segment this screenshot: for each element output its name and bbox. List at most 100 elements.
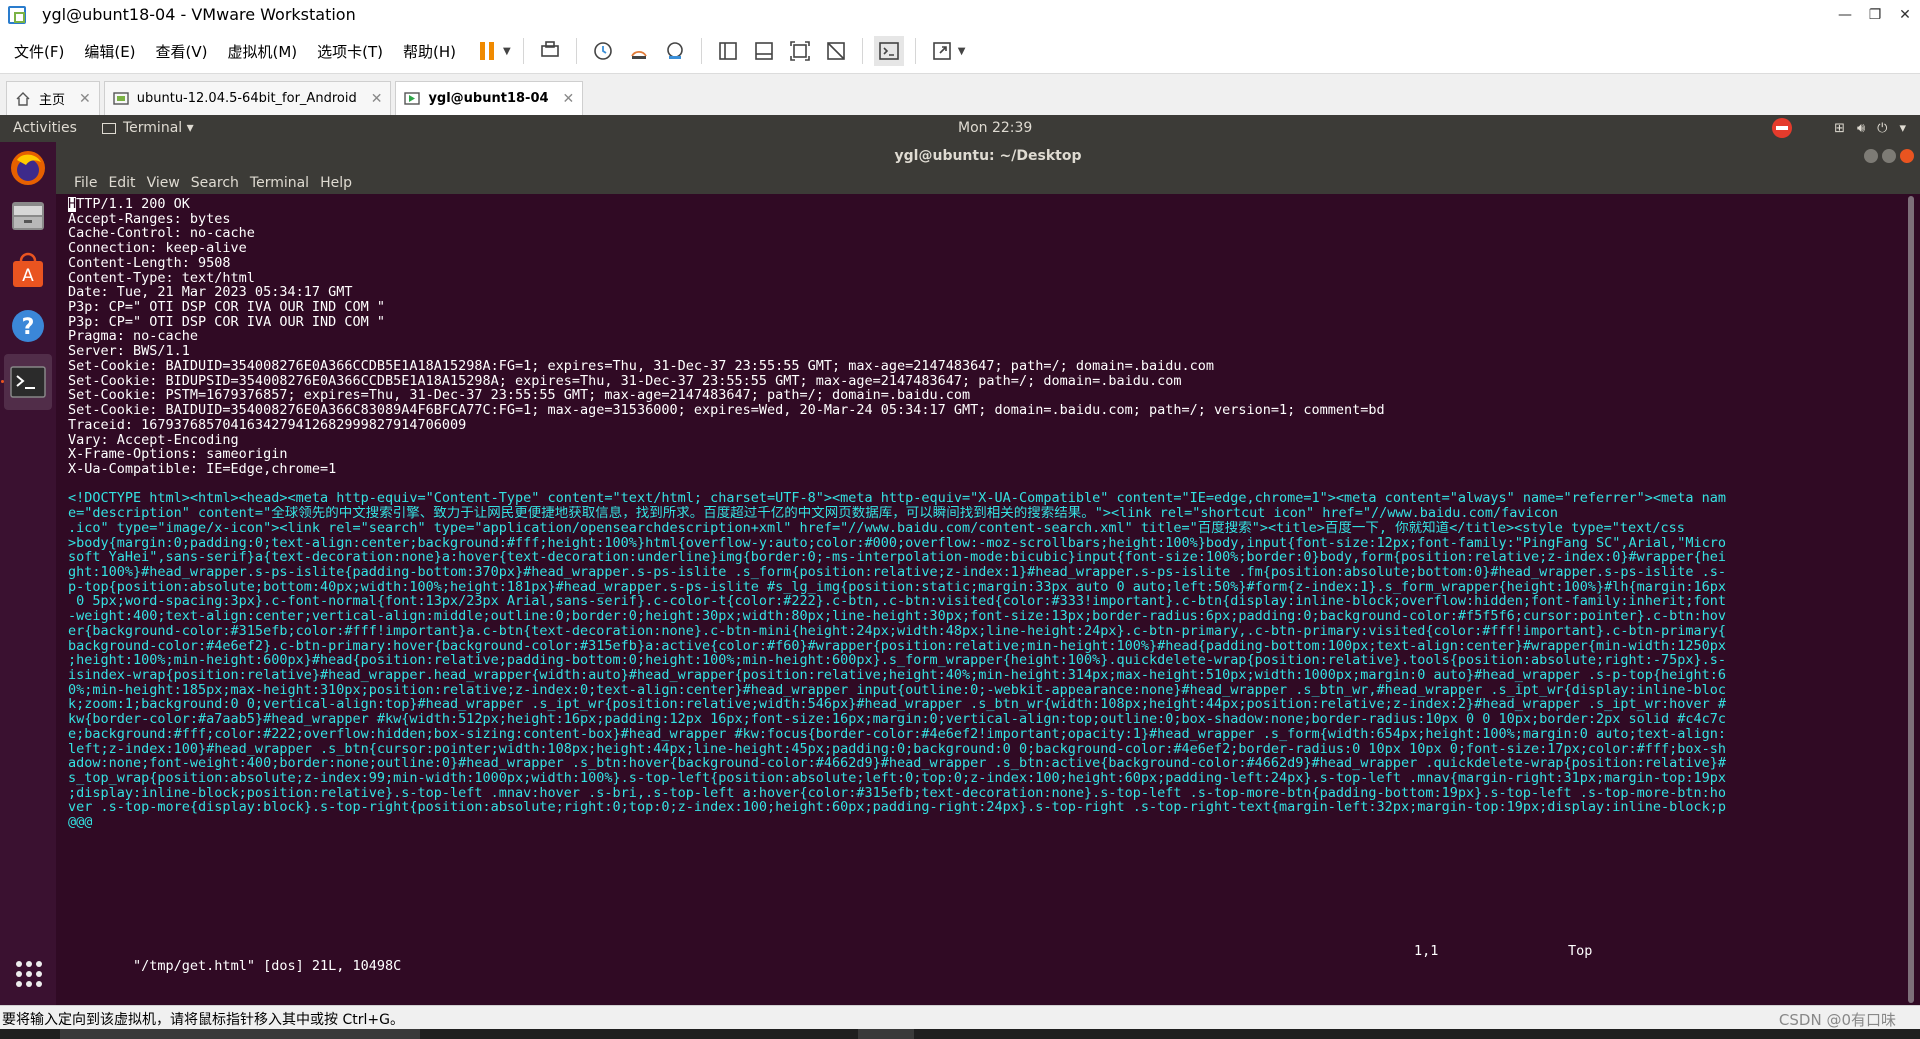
menu-help[interactable]: 帮助(H) xyxy=(403,41,456,62)
terminal-html-line: ver .s-top-more{display:block}.s-top-rig… xyxy=(68,800,1727,816)
vmware-menubar: 文件(F) 编辑(E) 查看(V) 虚拟机(M) 选项卡(T) 帮助(H) ▼ xyxy=(0,29,1920,73)
terminal-header-line: Cache-Control: no-cache xyxy=(68,226,255,242)
close-icon[interactable]: ✕ xyxy=(79,91,91,107)
terminal-header-line: Accept-Ranges: bytes xyxy=(68,211,231,227)
app-menu[interactable]: Terminal ▾ xyxy=(102,120,194,136)
menu-tabs[interactable]: 选项卡(T) xyxy=(317,41,383,62)
tab-ubunt18[interactable]: ygl@ubunt18-04 ✕ xyxy=(395,81,584,115)
terminal-header-line: HTTP/1.1 200 OK xyxy=(68,197,190,212)
unity-icon[interactable] xyxy=(821,36,851,66)
scrollbar-thumb[interactable] xyxy=(1908,196,1914,1003)
text-cursor: H xyxy=(68,197,77,212)
system-tray[interactable]: ⊞ 🔊︎ ⏻ ▾ xyxy=(1760,118,1906,138)
terminal-html-line: ght:100%}#head_wrapper.s-ps-islite{paddi… xyxy=(68,564,1727,580)
terminal-header-line: Set-Cookie: PSTM=1679376857; expires=Thu… xyxy=(68,388,971,404)
terminal-title: ygl@ubuntu: ~/Desktop xyxy=(894,148,1082,164)
chevron-down-icon[interactable]: ▼ xyxy=(958,46,966,57)
close-icon[interactable] xyxy=(1900,149,1914,163)
ubuntu-dock: A ? xyxy=(0,142,56,1005)
vmware-tab-bar: 主页 ✕ ubuntu-12.04.5-64bit_for_Android ✕ … xyxy=(0,73,1920,115)
pause-icon[interactable] xyxy=(472,36,502,66)
revert-snapshot-icon[interactable] xyxy=(624,36,654,66)
svg-text:?: ? xyxy=(22,315,35,340)
close-icon[interactable]: ✕ xyxy=(563,91,575,107)
screen: ygl@ubunt18-04 - VMware Workstation — ❐ … xyxy=(0,0,1920,1039)
guest-display[interactable]: Activities Terminal ▾ Mon 22:39 ⊞ 🔊︎ ⏻ ▾ xyxy=(0,115,1920,1005)
terminal-html-line: left;z-index:100}#head_wrapper .s_btn{cu… xyxy=(68,741,1727,757)
send-keys-icon[interactable] xyxy=(535,36,565,66)
vmware-title-bar: ygl@ubunt18-04 - VMware Workstation — ❐ … xyxy=(0,0,1920,29)
snapshot-icon[interactable] xyxy=(588,36,618,66)
gnome-top-bar: Activities Terminal ▾ Mon 22:39 ⊞ 🔊︎ ⏻ ▾ xyxy=(0,115,1920,142)
terminal-header-line: Set-Cookie: BAIDUID=354008276E0A366CCDB5… xyxy=(68,358,1215,374)
watermark: CSDN @0有口味 xyxy=(1778,1011,1896,1029)
menu-view[interactable]: 查看(V) xyxy=(156,41,208,62)
activities-button[interactable]: Activities xyxy=(13,120,77,136)
terminal-dock-icon[interactable] xyxy=(4,354,52,410)
terminal-html-line: @@@ xyxy=(68,815,93,830)
terminal-scrollbar[interactable] xyxy=(1904,194,1920,1005)
home-icon xyxy=(15,91,31,106)
firefox-icon[interactable] xyxy=(6,146,50,190)
app-menu-label: Terminal ▾ xyxy=(123,120,194,136)
network-icon: ⊞ xyxy=(1834,120,1845,136)
close-icon[interactable]: ✕ xyxy=(1890,0,1920,29)
snapshot-manager-icon[interactable] xyxy=(660,36,690,66)
terminal-html-line: e;background:#fff;color:#222;overflow:hi… xyxy=(68,726,1727,742)
menu-file[interactable]: 文件(F) xyxy=(14,41,64,62)
minimize-icon[interactable]: — xyxy=(1830,0,1860,29)
terminal-html-line: ;height:100%;min-height:600px}#head{posi… xyxy=(68,653,1727,668)
terminal-html-line: k;zoom:1;background:0 0;vertical-align:t… xyxy=(68,697,1727,713)
terminal-menu-help[interactable]: Help xyxy=(320,175,352,191)
vim-cursor-position: 1,1 xyxy=(1414,943,1439,959)
running-indicator xyxy=(1,380,4,383)
thumbnail-bar-icon[interactable] xyxy=(749,36,779,66)
terminal-window-controls xyxy=(1860,149,1914,163)
terminal-html-line: -weight:400;text-align:center;vertical-a… xyxy=(68,609,1727,624)
terminal-html-line: er{background-color:#315efb;color:#fff!i… xyxy=(68,623,1727,639)
tab-home[interactable]: 主页 ✕ xyxy=(6,81,100,115)
files-icon[interactable] xyxy=(6,194,50,238)
terminal-html-line: p-top{position:absolute;bottom:40px;widt… xyxy=(68,579,1727,595)
tab-label: 主页 xyxy=(39,93,66,108)
maximize-icon[interactable] xyxy=(1882,149,1896,163)
terminal-header-line: Vary: Accept-Encoding xyxy=(68,432,239,448)
stretch-icon[interactable] xyxy=(927,36,957,66)
no-entry-icon xyxy=(1772,118,1793,138)
menu-edit[interactable]: 编辑(E) xyxy=(84,41,135,62)
clock[interactable]: Mon 22:39 xyxy=(958,120,1032,136)
vm-icon xyxy=(113,91,129,106)
vm-running-icon xyxy=(404,91,421,106)
help-icon[interactable]: ? xyxy=(6,304,50,348)
terminal-content[interactable]: HTTP/1.1 200 OK Accept-Ranges: bytes Cache… xyxy=(56,194,1904,1005)
terminal-menu-search[interactable]: Search xyxy=(191,175,239,191)
restore-icon[interactable]: ❐ xyxy=(1860,0,1890,29)
terminal-menu-file[interactable]: File xyxy=(74,175,97,191)
svg-text:A: A xyxy=(22,266,34,286)
console-view-icon[interactable] xyxy=(873,36,904,66)
fullscreen-icon[interactable] xyxy=(785,36,815,66)
terminal-header-line: P3p: CP=" OTI DSP COR IVA OUR IND COM " xyxy=(68,314,385,330)
tab-ubuntu-12[interactable]: ubuntu-12.04.5-64bit_for_Android ✕ xyxy=(103,81,392,115)
terminal-menu-view[interactable]: View xyxy=(147,175,180,191)
minimize-icon[interactable] xyxy=(1864,149,1878,163)
sidebar-toggle-icon[interactable] xyxy=(713,36,743,66)
tab-label: ubuntu-12.04.5-64bit_for_Android xyxy=(136,91,357,106)
terminal-html-line: .ico" type="image/x-icon"><link rel="sea… xyxy=(68,520,1685,536)
terminal-header-line: Connection: keep-alive xyxy=(68,241,247,256)
terminal-titlebar[interactable]: ygl@ubuntu: ~/Desktop xyxy=(56,142,1920,172)
tab-label: ygl@ubunt18-04 xyxy=(428,91,549,106)
vim-scroll-position: Top xyxy=(1568,943,1593,959)
terminal-menu-terminal[interactable]: Terminal xyxy=(250,175,309,191)
terminal-header-line: Server: BWS/1.1 xyxy=(68,344,190,359)
show-apps-icon[interactable] xyxy=(16,961,42,987)
terminal-menu-edit[interactable]: Edit xyxy=(108,175,135,191)
status-message: 要将输入定向到该虚拟机，请将鼠标指针移入其中或按 Ctrl+G。 xyxy=(2,1012,404,1028)
terminal-header-line: Traceid: 1679376857041634279412682999827… xyxy=(68,417,467,433)
menu-vm[interactable]: 虚拟机(M) xyxy=(228,41,298,62)
terminal-html-line: adow:none;font-weight:400;border:none;ou… xyxy=(68,756,1727,772)
close-icon[interactable]: ✕ xyxy=(371,91,383,107)
chevron-down-icon[interactable]: ▼ xyxy=(503,46,511,57)
software-icon[interactable]: A xyxy=(6,249,50,293)
host-taskbar xyxy=(0,1029,1920,1039)
